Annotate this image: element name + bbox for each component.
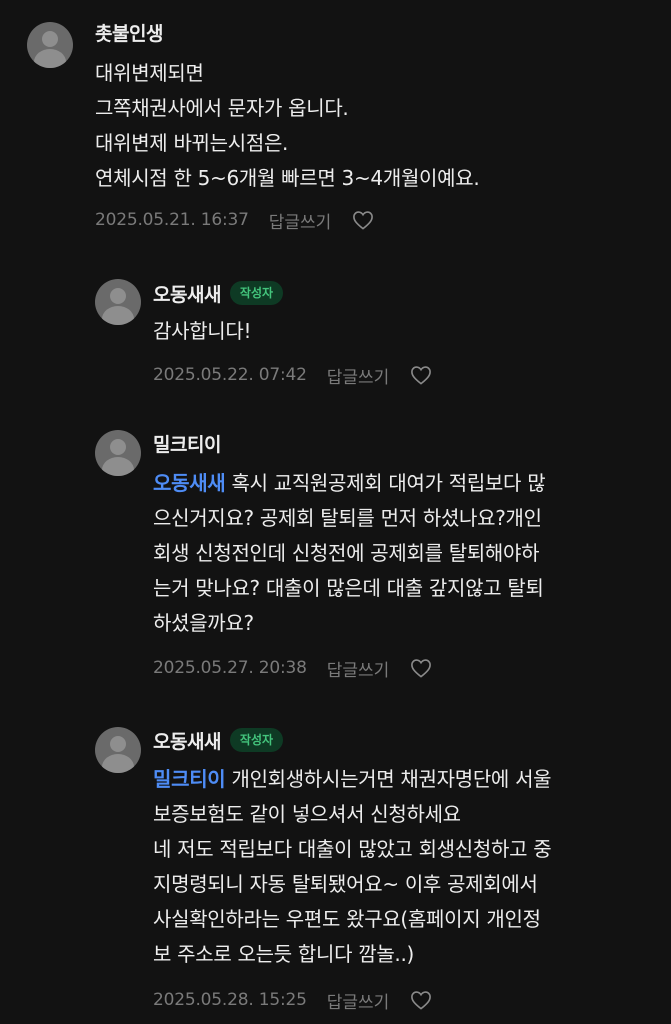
comment-line: 연체시점 한 5~6개월 빠르면 3~4개월이예요.	[95, 166, 480, 190]
reply-button[interactable]: 답글쓰기	[327, 363, 390, 388]
comment-meta: 2025.05.22. 07:42 답글쓰기	[153, 361, 433, 389]
heart-icon[interactable]	[409, 656, 433, 680]
reply-button[interactable]: 답글쓰기	[327, 988, 390, 1013]
comment-line: 하셨을까요?	[153, 611, 254, 635]
comment-author[interactable]: 촛불인생	[95, 19, 163, 46]
comment-line: 대위변제 바뀌는시점은.	[95, 131, 289, 155]
comment-line: 지명령되니 자동 탈퇴됐어요~ 이후 공제회에서	[153, 872, 538, 896]
comment-author[interactable]: 오동새새	[153, 280, 221, 307]
comment-body: 밀크티이 개인회생하시는거면 채권자명단에 서울 보증보험도 같이 넣으셔서 신…	[153, 762, 552, 972]
avatar[interactable]	[95, 727, 141, 773]
comment-date: 2025.05.21. 16:37	[95, 210, 249, 230]
writer-badge: 작성자	[229, 728, 284, 752]
avatar[interactable]	[95, 279, 141, 325]
heart-icon[interactable]	[409, 363, 433, 387]
comment-line: 밀크티이 개인회생하시는거면 채권자명단에 서울	[153, 762, 552, 797]
comment-date: 2025.05.22. 07:42	[153, 365, 307, 385]
comment-date: 2025.05.28. 15:25	[153, 990, 307, 1010]
comment-author-row: 촛불인생	[95, 17, 163, 47]
comment-author[interactable]: 오동새새	[153, 727, 221, 754]
comment-meta: 2025.05.27. 20:38 답글쓰기	[153, 654, 433, 682]
comment-line: 오동새새 혹시 교직원공제회 대여가 적립보다 많	[153, 466, 546, 501]
comment-line: 네 저도 적립보다 대출이 많았고 회생신청하고 중	[153, 837, 552, 861]
comment-line: 보 주소로 오는듯 합니다 깜놀..)	[153, 942, 415, 966]
comment-body: 감사합니다!	[153, 314, 252, 349]
comment-line-text: 개인회생하시는거면 채권자명단에 서울	[225, 767, 552, 791]
comment-line: 회생 신청전인데 신청전에 공제회를 탈퇴해야하	[153, 541, 540, 565]
comment-line: 보증보험도 같이 넣으셔서 신청하세요	[153, 802, 461, 826]
avatar[interactable]	[27, 22, 73, 68]
heart-icon[interactable]	[351, 208, 375, 232]
comment-line: 감사합니다!	[153, 319, 252, 343]
comment-date: 2025.05.27. 20:38	[153, 658, 307, 678]
mention-link[interactable]: 오동새새	[153, 471, 226, 495]
mention-link[interactable]: 밀크티이	[153, 767, 226, 791]
comment-line-text: 혹시 교직원공제회 대여가 적립보다 많	[225, 471, 546, 495]
comment-line: 그쪽채권사에서 문자가 옵니다.	[95, 96, 349, 120]
reply-button[interactable]: 답글쓰기	[269, 208, 332, 233]
comment-line: 대위변제되면	[95, 61, 204, 85]
comment-line: 는거 맞나요? 대출이 많은데 대출 갚지않고 탈퇴	[153, 576, 544, 600]
comment-meta: 2025.05.28. 15:25 답글쓰기	[153, 986, 433, 1014]
comment-body: 오동새새 혹시 교직원공제회 대여가 적립보다 많 으신거지요? 공제회 탈퇴를…	[153, 466, 546, 641]
avatar[interactable]	[95, 430, 141, 476]
heart-icon[interactable]	[409, 988, 433, 1012]
reply-button[interactable]: 답글쓰기	[327, 656, 390, 681]
comment-author-row: 오동새새 작성자	[153, 725, 284, 755]
comment-meta: 2025.05.21. 16:37 답글쓰기	[95, 206, 375, 234]
comment-author[interactable]: 밀크티이	[153, 430, 221, 457]
writer-badge: 작성자	[229, 281, 284, 305]
comment-body: 대위변제되면 그쪽채권사에서 문자가 옵니다. 대위변제 바뀌는시점은. 연체시…	[95, 56, 480, 196]
comment-line: 사실확인하라는 우편도 왔구요(홈페이지 개인정	[153, 907, 541, 931]
comment-author-row: 밀크티이	[153, 428, 221, 458]
comment-author-row: 오동새새 작성자	[153, 278, 284, 308]
comment-line: 으신거지요? 공제회 탈퇴를 먼저 하셨나요?개인	[153, 506, 542, 530]
